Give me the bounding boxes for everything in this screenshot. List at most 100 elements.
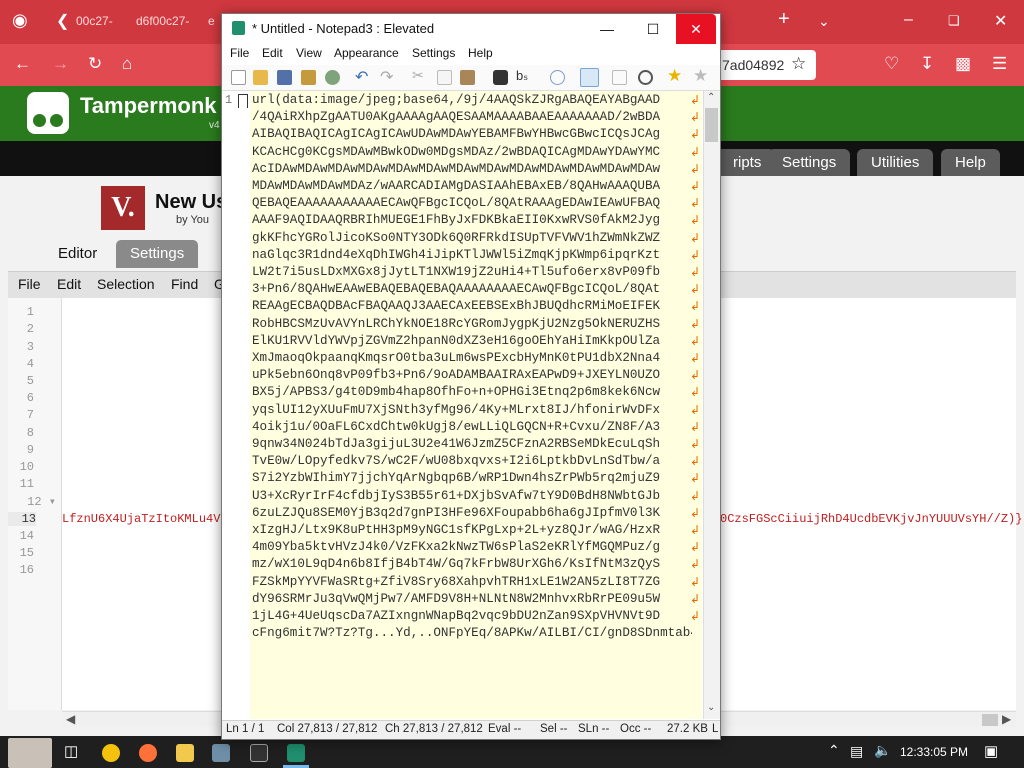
zoom-icon[interactable] <box>612 70 627 85</box>
avatar[interactable] <box>8 738 52 768</box>
save-icon[interactable] <box>277 70 292 85</box>
chevron-left-icon[interactable]: ❮ <box>56 11 69 31</box>
tab-label[interactable]: 00c27- <box>76 14 113 28</box>
chevron-down-icon[interactable]: ⌄ <box>818 13 830 30</box>
text-line: naGlqc3R1dnd4eXqDhIWGh4iJipKTlJWWl5iZmqK… <box>252 247 661 262</box>
plus-icon[interactable]: + <box>778 8 790 31</box>
text-line: /4QAiRXhpZgAATU0AKgAAAAgAAQESAAMAAAABAAE… <box>252 110 661 125</box>
line-number: 7 <box>26 408 34 422</box>
editor-menu-find[interactable]: Find <box>171 276 198 292</box>
network-icon[interactable]: ▤ <box>850 743 863 760</box>
text-line: S7i2YzbWIhimY7jjchYqArNgbqp6B/wRP1Dwn4hs… <box>252 471 661 486</box>
vertical-scrollbar[interactable]: ⌃ ⌄ <box>703 91 720 719</box>
minimize-icon[interactable]: – <box>904 11 913 29</box>
editor-menu-edit[interactable]: Edit <box>57 276 81 292</box>
maximize-icon[interactable]: ☐ <box>630 14 676 44</box>
line-number: 16 <box>19 563 34 577</box>
minimize-icon[interactable]: — <box>584 14 630 44</box>
wrap-marker-icon: ↲ <box>690 316 701 331</box>
scrollbar-thumb[interactable] <box>982 714 998 726</box>
wrap-marker-icon: ↲ <box>690 179 701 193</box>
reload-icon[interactable]: ↻ <box>88 54 102 74</box>
pocket-icon[interactable]: ♡ <box>884 54 899 74</box>
tab-settings[interactable]: Settings <box>116 240 199 268</box>
arrow-left-icon[interactable]: ← <box>14 54 31 74</box>
line-number: 1 <box>225 93 233 107</box>
menu-edit[interactable]: Edit <box>262 46 283 60</box>
line-number-fold[interactable]: 12 ▾ <box>12 494 56 509</box>
menu-file[interactable]: File <box>230 46 249 60</box>
replace-icon[interactable]: bₛ <box>516 68 528 84</box>
close-icon[interactable]: ✕ <box>676 14 716 44</box>
wrap-marker-icon: ↲ <box>690 110 701 125</box>
scroll-down-icon[interactable]: ⌄ <box>707 702 715 713</box>
star-icon[interactable]: ☆ <box>791 54 806 74</box>
menu-settings[interactable]: Settings <box>412 46 455 60</box>
volume-icon[interactable]: 🔈 <box>874 742 891 759</box>
reload-icon[interactable] <box>325 70 340 85</box>
scroll-left-icon[interactable]: ◀ <box>66 712 75 726</box>
tab-editor[interactable]: Editor <box>44 240 112 268</box>
menu-help[interactable]: Help <box>468 46 493 60</box>
arrow-right-icon[interactable]: → <box>52 54 69 74</box>
editor-menu-selection[interactable]: Selection <box>97 276 155 292</box>
hamburger-icon[interactable]: ☰ <box>992 54 1007 74</box>
status-selection: Sel -- <box>540 723 568 735</box>
download-icon[interactable]: ↧ <box>920 54 934 74</box>
task-view-icon[interactable]: ◫ <box>64 742 78 760</box>
line-number: 10 <box>19 460 34 474</box>
status-line: Ln 1 / 1 <box>226 723 265 735</box>
bookmark-icon[interactable] <box>238 94 248 108</box>
firefox-icon[interactable] <box>139 744 157 762</box>
wrap-marker-icon: ↲ <box>690 523 701 537</box>
nav-help[interactable]: Help <box>941 149 1000 176</box>
text-line: KCAcHCg0KCgsMDAwMBwkODw0MDgsMDAz/2wBDAQI… <box>252 144 661 159</box>
close-icon[interactable]: ✕ <box>994 11 1007 31</box>
nav-utilities[interactable]: Utilities <box>857 149 934 176</box>
tab-label[interactable]: d6f00c27- <box>136 14 189 28</box>
chevron-up-icon[interactable]: ⌃ <box>828 742 840 759</box>
save-as-icon[interactable] <box>301 70 316 85</box>
text-line: AcIDAwMDAwMDAwMDAwMDAwMDAwMDAwMDAwMDAwMD… <box>252 161 661 176</box>
lens-icon[interactable] <box>638 70 653 85</box>
line-number: 11 <box>19 477 34 491</box>
scroll-up-icon[interactable]: ⌃ <box>707 92 715 103</box>
scroll-right-icon[interactable]: ▶ <box>1002 712 1011 726</box>
extension-icon[interactable]: ▩ <box>955 54 971 74</box>
settings-icon[interactable] <box>212 744 230 762</box>
bookmark-star-icon[interactable]: ★ <box>667 66 682 86</box>
line-number: 9 <box>26 443 34 457</box>
word-wrap-icon[interactable] <box>580 68 599 87</box>
open-folder-icon[interactable] <box>253 70 268 85</box>
undo-icon[interactable]: ↶ <box>355 67 368 87</box>
cut-icon[interactable]: ✂ <box>412 67 424 84</box>
new-file-icon[interactable] <box>231 70 246 85</box>
terminal-icon[interactable] <box>250 744 268 762</box>
zoom-find-icon[interactable] <box>550 70 565 85</box>
tab-label[interactable]: e <box>208 14 215 28</box>
editor-menu-file[interactable]: File <box>18 276 41 292</box>
file-explorer-icon[interactable] <box>176 744 194 762</box>
paste-icon[interactable] <box>460 70 475 85</box>
copy-icon[interactable] <box>437 70 452 85</box>
nav-settings[interactable]: Settings <box>768 149 851 176</box>
status-encoding: L <box>712 723 719 735</box>
text-line: url(data:image/jpeg;base64,/9j/4AAQSkZJR… <box>252 93 661 107</box>
wrap-marker-icon: ↲ <box>690 402 701 417</box>
chrome-icon[interactable] <box>102 744 120 762</box>
menu-view[interactable]: View <box>296 46 322 60</box>
wrap-marker-icon: ↲ <box>690 368 701 383</box>
notification-icon[interactable]: ▣ <box>984 742 998 760</box>
code-line-13-end: 0CzsFGScCiiuijRhD4UcdbEVKjvJnYUUUVsYH//Z… <box>720 512 1023 526</box>
home-icon[interactable]: ⌂ <box>122 54 132 74</box>
find-icon[interactable] <box>493 70 508 85</box>
redo-icon[interactable]: ↷ <box>380 67 393 87</box>
script-author: by You <box>176 214 210 226</box>
restore-icon[interactable]: ❏ <box>948 13 960 29</box>
scrollbar-thumb[interactable] <box>705 108 718 142</box>
menu-appearance[interactable]: Appearance <box>334 46 399 60</box>
star-icon[interactable]: ★ <box>693 66 708 86</box>
notepad3-icon[interactable] <box>287 744 305 762</box>
taskbar-clock[interactable]: 12:33:05 PM <box>900 745 968 759</box>
text-line: U3+XcRyrIrF4cfdbjIyS3B55r61+DXjbSvAfw7tY… <box>252 488 661 503</box>
